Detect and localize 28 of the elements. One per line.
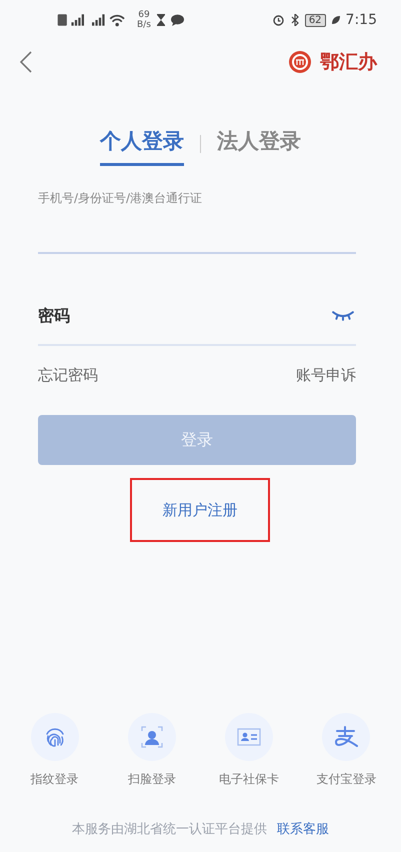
quick-login-label: 电子社保卡	[219, 771, 280, 788]
password-field[interactable]: 密码	[38, 306, 238, 324]
clock-time: 7:15	[346, 12, 377, 28]
contact-support-link[interactable]: 联系客服	[277, 820, 329, 838]
face-scan-icon	[140, 725, 164, 749]
net-unit: B/s	[137, 20, 151, 30]
footer-text: 本服务由湖北省统一认证平台提供	[72, 821, 267, 838]
quick-login-label: 支付宝登录	[316, 771, 376, 788]
bluetooth-icon	[290, 14, 300, 26]
login-tab[interactable]: 法人登录	[217, 122, 301, 166]
alipay-icon	[334, 725, 358, 749]
alarm-icon	[272, 14, 285, 26]
battery-level: 62	[304, 14, 326, 26]
hourglass-icon	[156, 14, 166, 26]
net-speed: 69	[138, 10, 150, 20]
logo-icon	[288, 50, 312, 74]
chat-bubble-icon	[170, 14, 184, 26]
forgot-password-link[interactable]: 忘记密码	[38, 366, 98, 385]
login-tab[interactable]: 个人登录	[100, 122, 184, 166]
closed-eye-icon[interactable]	[332, 310, 354, 320]
account-appeal-link[interactable]: 账号申诉	[296, 366, 356, 385]
account-field[interactable]: 手机号/身份证号/港澳台通行证	[38, 188, 356, 208]
register-link[interactable]: 新用户注册	[162, 500, 238, 520]
app-name: 鄂汇办	[320, 50, 377, 75]
leaf-icon	[330, 14, 341, 26]
back-icon[interactable]	[20, 51, 32, 73]
quick-login-label: 扫脸登录	[128, 771, 176, 788]
quick-login-label: 指纹登录	[30, 771, 79, 788]
